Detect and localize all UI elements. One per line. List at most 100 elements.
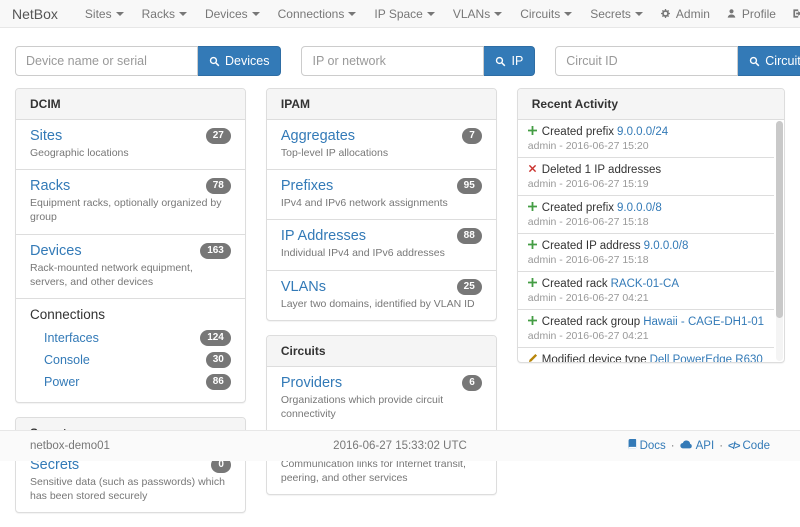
devices-description: Rack-mounted network equipment, servers,… [30,261,231,289]
circuit-search-input[interactable] [555,46,738,76]
caret-down-icon [494,12,502,16]
api-link[interactable]: API [680,440,715,452]
dcim-item-connections: Connections Interfaces 124 Console 30 Po… [16,298,245,402]
ip-addresses-count-badge: 88 [457,228,482,244]
dcim-item-sites: Sites 27 Geographic locations [16,120,245,169]
ipam-panel-title: IPAM [267,89,496,120]
cloud-icon [680,440,693,452]
providers-description: Organizations which provide circuit conn… [281,393,482,421]
aggregates-link[interactable]: Aggregates [281,128,355,144]
activity-link[interactable]: Hawaii - CAGE-DH1-01 [643,316,764,328]
nav-menu-label: Sites [85,7,112,21]
caret-down-icon [427,12,435,16]
code-link[interactable]: </> Code [728,440,770,452]
nav-menu-connections[interactable]: Connections [269,0,366,27]
activity-meta: admin - 2016-06-27 15:19 [528,178,764,190]
ip-search-group: IP [301,46,535,76]
ip-search-input[interactable] [301,46,484,76]
circuits-description: Communication links for Internet transit… [281,457,482,485]
search-icon [495,56,506,67]
circuits-panel-title: Circuits [267,336,496,367]
providers-count-badge: 6 [462,375,482,391]
activity-item: Created prefix9.0.0.0/24 admin - 2016-06… [518,120,774,157]
plus-icon [528,201,542,215]
docs-link[interactable]: Docs [627,439,666,453]
sites-link[interactable]: Sites [30,128,62,144]
activity-text: Created prefix [542,202,614,214]
prefixes-link[interactable]: Prefixes [281,178,333,194]
caret-down-icon [348,12,356,16]
api-label: API [696,440,715,452]
profile-link[interactable]: Profile [718,0,784,27]
activity-item: Modified device typeDell PowerEdge R630 [518,347,774,362]
nav-menu-racks[interactable]: Racks [133,0,196,27]
circuits-item-providers: Providers 6 Organizations which provide … [267,367,496,430]
footer: netbox-demo01 2016-06-27 15:33:02 UTC Do… [0,430,800,461]
ip-addresses-link[interactable]: IP Addresses [281,228,366,244]
footer-separator: · [671,440,675,452]
power-count-badge: 86 [206,374,231,390]
aggregates-description: Top-level IP allocations [281,146,482,160]
ipam-item-aggregates: Aggregates 7 Top-level IP allocations [267,120,496,169]
activity-link[interactable]: 9.0.0.0/24 [617,126,668,138]
nav-menu-circuits[interactable]: Circuits [511,0,581,27]
prefixes-description: IPv4 and IPv6 network assignments [281,196,482,210]
activity-meta: admin - 2016-06-27 04:21 [528,292,764,304]
x-icon [528,163,542,177]
activity-scroll-area[interactable]: Created prefix 9.0.0.0/24 admin - 2016-06… [518,120,784,362]
activity-link[interactable]: Dell PowerEdge R630 [650,354,763,362]
providers-link[interactable]: Providers [281,375,342,391]
nav-menu-label: Racks [142,7,175,21]
activity-meta: admin - 2016-06-27 04:21 [528,330,764,342]
search-icon [749,56,760,67]
dcim-item-devices: Devices 163 Rack-mounted network equipme… [16,234,245,298]
search-icon [209,56,220,67]
activity-meta: admin - 2016-06-27 15:20 [528,140,764,152]
racks-link[interactable]: Racks [30,178,70,194]
activity-text: Created rack group [542,316,640,328]
nav-menu-secrets[interactable]: Secrets [581,0,652,27]
caret-down-icon [564,12,572,16]
nav-menu-label: Secrets [590,7,631,21]
activity-link[interactable]: RACK-01-CA [611,278,679,290]
power-link[interactable]: Power [44,375,79,389]
nav-menu-devices[interactable]: Devices [196,0,269,27]
netbox-logo[interactable]: NetBox [8,0,68,27]
ip-search-button[interactable]: IP [484,46,535,76]
navbar: NetBox Sites Racks Devices Connections I… [0,0,800,28]
device-search-button[interactable]: Devices [198,46,281,76]
gear-icon [660,8,671,19]
panel-dcim: DCIM Sites 27 Geographic locations Racks… [15,88,246,403]
vlans-link[interactable]: VLANs [281,279,326,295]
nav-menu-vlans[interactable]: VLANs [444,0,511,27]
console-link[interactable]: Console [44,353,90,367]
ipam-item-ip-addresses: IP Addresses 88 Individual IPv4 and IPv6… [267,219,496,269]
sites-description: Geographic locations [30,146,231,160]
logout-link[interactable]: Log out [784,0,800,27]
nav-menu-ip-space[interactable]: IP Space [365,0,443,27]
user-icon [726,8,737,19]
activity-link[interactable]: 9.0.0.0/8 [644,240,689,252]
circuit-search-group: Circuits [555,46,800,76]
activity-item: Created prefix9.0.0.0/8 admin - 2016-06-… [518,195,774,233]
circuit-search-button[interactable]: Circuits [738,46,800,76]
device-search-button-label: Devices [225,54,269,68]
admin-link[interactable]: Admin [652,0,718,27]
activity-meta: admin - 2016-06-27 15:18 [528,216,764,228]
aggregates-count-badge: 7 [462,128,482,144]
connections-row-console: Console 30 [30,349,231,371]
devices-link[interactable]: Devices [30,243,82,259]
device-search-group: Devices [15,46,281,76]
interfaces-link[interactable]: Interfaces [44,331,99,345]
nav-menu-label: VLANs [453,7,490,21]
panel-ipam: IPAM Aggregates 7 Top-level IP allocatio… [266,88,497,321]
scrollbar-thumb[interactable] [776,121,783,318]
activity-link[interactable]: 9.0.0.0/8 [617,202,662,214]
nav-menu-sites[interactable]: Sites [76,0,133,27]
device-search-input[interactable] [15,46,198,76]
console-count-badge: 30 [206,352,231,368]
column-activity: Recent Activity Created prefix9.0.0.0/24… [517,88,785,377]
plus-icon [528,315,542,329]
docs-label: Docs [640,440,666,452]
ip-addresses-description: Individual IPv4 and IPv6 addresses [281,246,482,260]
